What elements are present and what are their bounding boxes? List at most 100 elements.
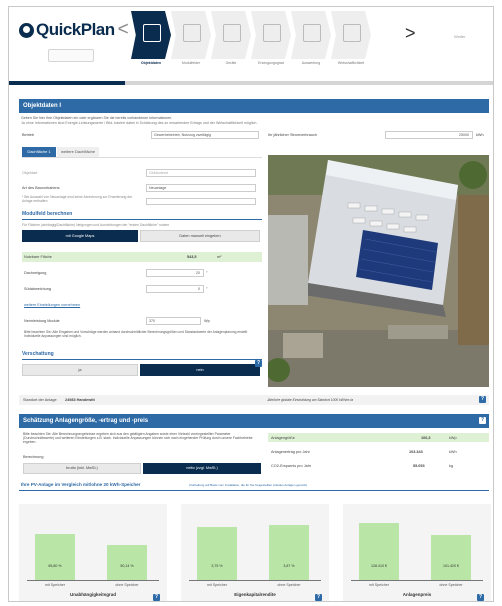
step-geraete[interactable]: Geräte	[211, 11, 251, 71]
step-label: Erzeugungsgrad	[258, 61, 284, 65]
result-value-2: 103.343	[409, 450, 423, 454]
aerial-photo[interactable]	[268, 155, 489, 387]
extra-field[interactable]	[146, 198, 256, 205]
bar-ohne-speicher	[107, 544, 147, 580]
percent-icon	[303, 24, 321, 42]
progress-bar	[9, 81, 493, 85]
verbrauch-input[interactable]: 25000	[385, 131, 473, 139]
divider	[22, 359, 262, 360]
info-icon[interactable]: ?	[255, 360, 262, 367]
berechnung-label: Berechnung	[23, 455, 44, 459]
bar-value: 3,87 %	[283, 564, 295, 568]
objektart-select[interactable]: Gebäudeart	[146, 169, 256, 177]
step-label: Objektdaten	[140, 61, 162, 65]
bar-ohne-speicher	[269, 524, 309, 580]
info-icon[interactable]: ?	[479, 396, 486, 403]
tab-dachflaeche-1[interactable]: Dachfläche 1	[22, 147, 56, 157]
einstrahlung-text: Jährliche globale Einstrahlung am Stando…	[267, 398, 354, 402]
header-button[interactable]	[48, 49, 94, 62]
chart-axis	[351, 580, 483, 581]
step-wirtschaftlichkeit[interactable]: Wirtschaftlichkeit	[331, 11, 371, 71]
tab-weitere-dachflaeche[interactable]: weitere Dachfläche	[57, 147, 99, 157]
ausrichtung-label: Südabweichung	[24, 287, 52, 291]
info-icon[interactable]: ?	[315, 594, 322, 601]
bar-value: 3,75 %	[211, 564, 223, 568]
chart-panel-anlagenpreis: 128.410 € 101.420 € mit Speicher ohne Sp…	[343, 504, 491, 601]
nutzbare-value: 543,5	[187, 255, 197, 259]
step-label: Wirtschaftlichkeit	[337, 61, 365, 65]
result-value-1: 106,3	[421, 436, 431, 440]
section-schaetzung-header: Schätzung Anlagengröße, -ertrag und -pre…	[19, 414, 489, 428]
logo[interactable]: QuickPlan <	[19, 19, 129, 41]
logo-mark-icon	[19, 22, 34, 38]
section-objektdaten-header: Objektdaten I	[19, 99, 489, 113]
manual-input-button[interactable]: Daten manuell eingeben	[140, 230, 260, 242]
verschattung-nein-button[interactable]: nein	[140, 364, 260, 376]
step-auswertung[interactable]: Auswertung	[291, 11, 331, 71]
betrieb-select[interactable]: Gewerbebetrieb, Nutzung zweitägig	[151, 131, 259, 139]
nutzbare-flaeche-row	[22, 252, 262, 262]
nutzbare-label: Nutzbare Fläche	[24, 255, 52, 259]
verbrauch-label: Ihr jährlicher Stromverbrauch	[268, 133, 317, 137]
bar-mit-speicher	[35, 533, 75, 580]
ausrichtung-unit: °	[206, 287, 208, 291]
ausrichtung-input[interactable]: 0	[146, 285, 204, 293]
result-value-3: 55.053	[413, 464, 425, 468]
app-header: QuickPlan < Objektdaten Modulfelder Gerä…	[9, 7, 493, 75]
roof-icon	[183, 24, 201, 42]
brutto-button[interactable]: brutto (inkl. MwSt.)	[23, 463, 141, 474]
calculator-icon	[223, 24, 241, 42]
next-step-arrow-icon[interactable]: >	[405, 23, 416, 44]
bar-value: 128.410 €	[371, 564, 387, 568]
intro-text-1: Geben Sie hier Ihre Objektdaten ein oder…	[21, 116, 173, 120]
bauvorhaben-select[interactable]: Neuanlage	[146, 184, 256, 192]
chart-title: Unabhängigkeitsgrad	[69, 592, 116, 597]
step-navigation: Objektdaten Modulfelder Geräte Erzeugung…	[131, 11, 371, 73]
bar-caption: ohne Speicher	[439, 583, 463, 587]
step-objektdaten[interactable]: Objektdaten	[131, 11, 171, 71]
betrieb-label: Betrieb	[22, 133, 35, 137]
divider	[22, 219, 262, 220]
vergleich-title: Ihre PV-Anlage im Vergleich mit/ohne 20 …	[21, 482, 141, 487]
result-unit-3: kg	[449, 464, 454, 468]
step-modulfelder[interactable]: Modulfelder	[171, 11, 211, 71]
verschattung-title: Verschattung	[22, 351, 54, 357]
info-icon[interactable]: ?	[479, 417, 486, 424]
bar-value: 65,80 %	[48, 564, 62, 568]
bar-ohne-speicher	[431, 535, 471, 580]
netto-button[interactable]: netto (zzgl. MwSt.)	[143, 463, 261, 474]
google-maps-button[interactable]: mit Google Maps	[22, 230, 138, 242]
result-unit-1: kWp	[449, 436, 457, 440]
result-label-3: CO2-Ersparnis pro Jahr	[271, 464, 312, 468]
info-icon[interactable]: ?	[153, 594, 160, 601]
bauvorhaben-label: Art des Bauvorhabens	[22, 186, 60, 190]
modulfeld-hint: Für Flächen (abhängig/Dachfläche) Neigun…	[22, 223, 170, 227]
berechnung-note: Bitte beachten Sie: Alle Eingaben und Vo…	[24, 330, 248, 338]
leistung-select[interactable]: 370	[146, 317, 201, 325]
info-icon[interactable]: ?	[477, 594, 484, 601]
chart-axis	[189, 580, 321, 581]
verbrauch-unit: kWh	[476, 133, 484, 137]
verschattung-ja-button[interactable]: ja	[22, 364, 138, 376]
modulfeld-title: Modulfeld berechnen	[22, 211, 73, 217]
chart-panel-eigenkapital: 3,75 % 3,87 % mit Speicher ohne Speicher…	[181, 504, 329, 601]
standort-value: 24983 Handewitt	[65, 398, 95, 402]
advanced-settings-link[interactable]: weitere Einstellungen vornehmen	[24, 303, 80, 307]
bar-value: 101.420 €	[443, 564, 459, 568]
collapse-chevron-icon[interactable]: <	[118, 19, 129, 41]
inverter-icon	[263, 24, 281, 42]
bar-caption: mit Speicher	[207, 583, 227, 587]
step-label: Auswertung	[301, 61, 321, 65]
euro-icon	[343, 24, 361, 42]
step-erzeugungsgrad[interactable]: Erzeugungsgrad	[251, 11, 291, 71]
divider	[22, 157, 262, 158]
chart-title: Anlagenpreis	[402, 592, 432, 597]
bar-mit-speicher	[359, 522, 399, 580]
standort-label: Standort der Anlage	[23, 398, 57, 402]
bar-caption: mit Speicher	[369, 583, 389, 587]
dachneigung-input[interactable]: 20	[146, 269, 204, 277]
intro-text-2: Ja ohne Informationen sind Energie-Leist…	[21, 121, 258, 125]
bauvorhaben-hint: * Bei Auswahl von Neuanlage sind keine A…	[22, 195, 133, 203]
weiter-link[interactable]: Weiter	[454, 34, 465, 39]
divider	[19, 490, 489, 491]
